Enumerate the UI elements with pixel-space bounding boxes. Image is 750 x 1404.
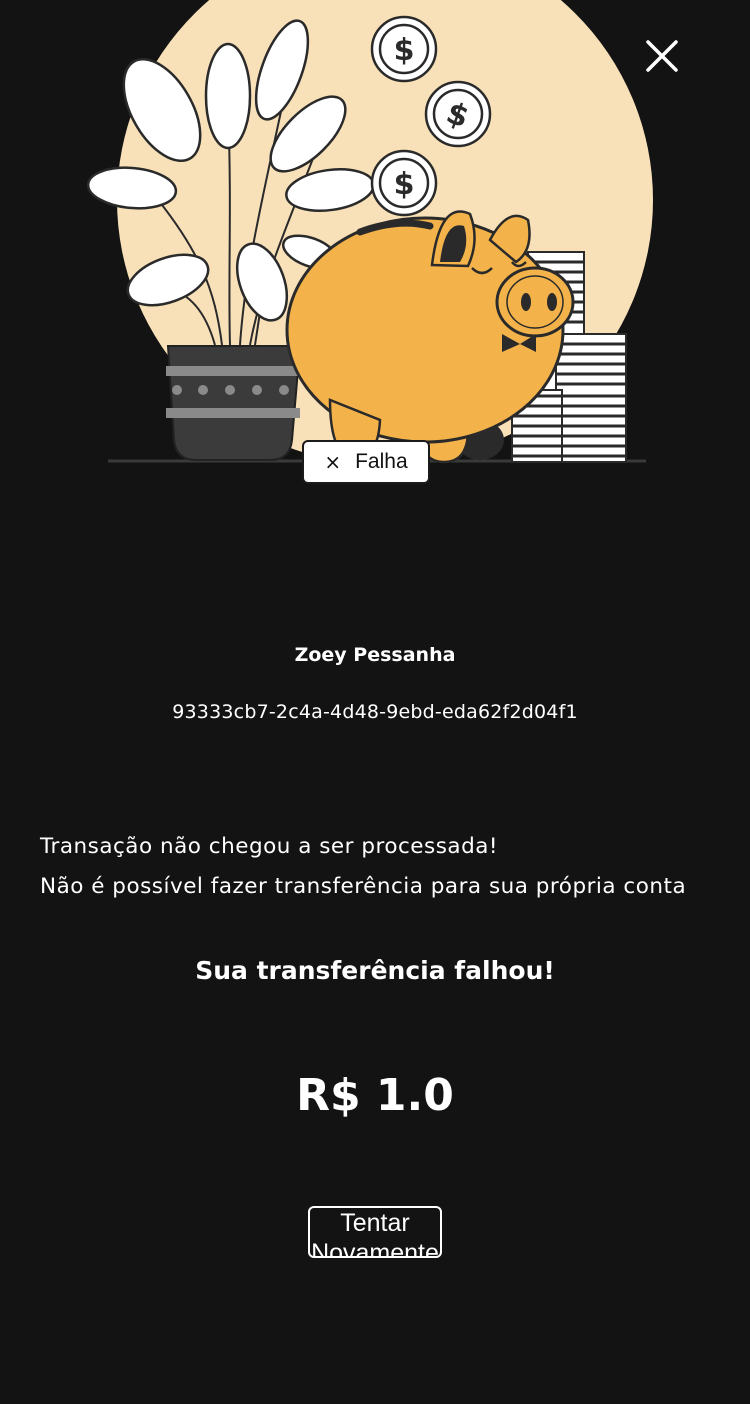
recipient-name: Zoey Pessanha: [294, 644, 456, 666]
failure-title: Sua transferência falhou!: [195, 956, 555, 985]
error-message-processing: Transação não chegou a ser processada!: [40, 834, 499, 859]
transfer-amount: R$ 1.0: [296, 1070, 454, 1121]
plant-pot-icon: [166, 345, 302, 461]
error-message-own-account: Não é possível fazer transferência para …: [40, 874, 687, 899]
recipient-id: 93333cb7-2c4a-4d48-9ebd-eda62f2d04f1: [172, 701, 578, 723]
close-button[interactable]: [638, 32, 686, 80]
retry-button[interactable]: Tentar Novamente: [308, 1206, 442, 1258]
svg-text:$: $: [394, 33, 415, 68]
svg-text:$: $: [394, 167, 415, 202]
status-badge: × Falha: [302, 440, 430, 484]
status-label: Falha: [355, 450, 408, 473]
close-icon: [646, 40, 678, 72]
x-icon: ×: [324, 450, 342, 474]
